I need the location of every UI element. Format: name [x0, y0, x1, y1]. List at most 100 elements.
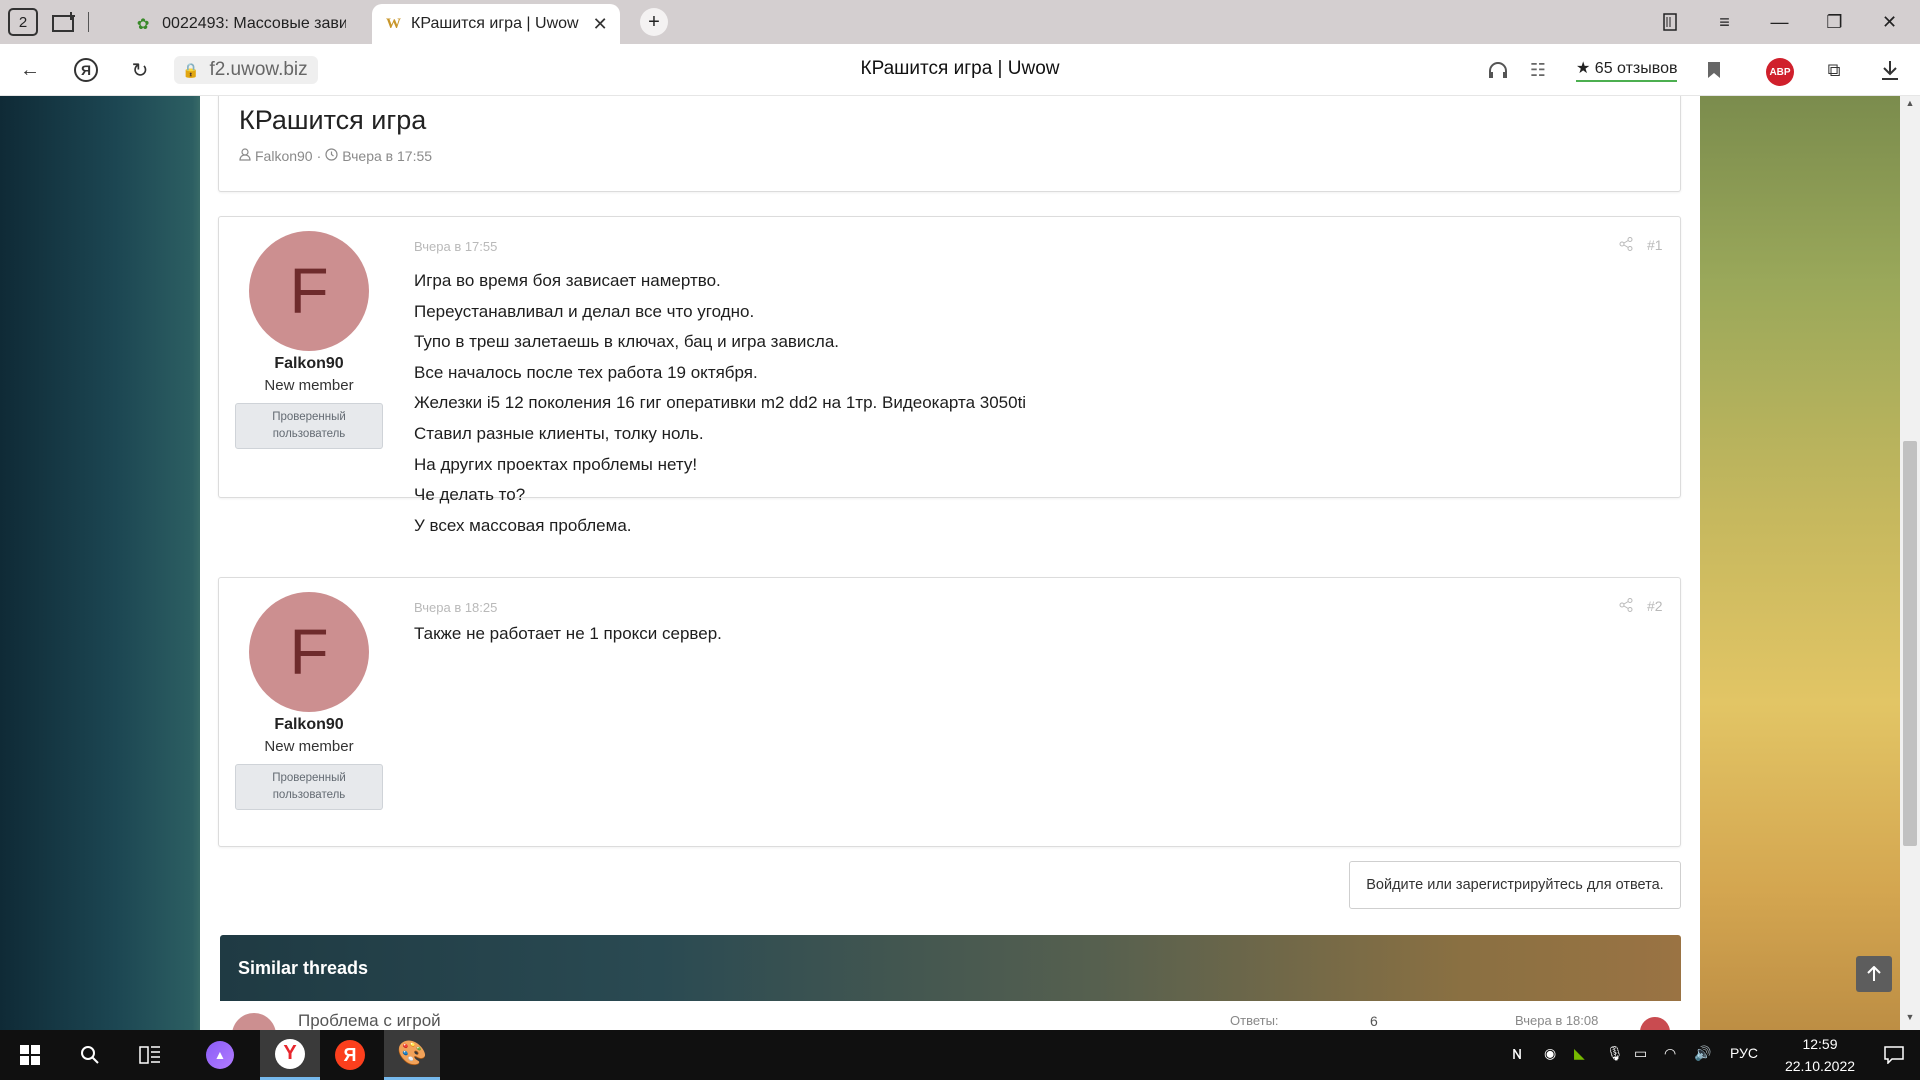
- avatar[interactable]: [232, 1013, 276, 1030]
- wifi-icon[interactable]: ◠: [1664, 1045, 1676, 1062]
- tab-separator: [88, 12, 89, 32]
- post-date[interactable]: Вчера в 18:25: [414, 600, 497, 615]
- headphones-icon[interactable]: [1482, 54, 1514, 86]
- translate-icon[interactable]: ⧉: [1818, 54, 1850, 86]
- share-icon[interactable]: [1619, 237, 1633, 254]
- meta-separator: ·: [316, 148, 322, 164]
- thread-title: КРашится игра: [239, 105, 427, 135]
- new-tab-button[interactable]: +: [640, 8, 668, 36]
- post-line: Также не работает не 1 прокси сервер.: [414, 624, 722, 643]
- close-window-button[interactable]: ✕: [1862, 0, 1917, 44]
- adblock-plus-icon[interactable]: ABP: [1766, 58, 1794, 86]
- post-2: F Falkon90 New member Проверенный пользо…: [218, 577, 1681, 847]
- thread-date[interactable]: Вчера в 17:55: [342, 148, 432, 164]
- post-line: Игра во время боя зависает намертво.: [414, 271, 721, 290]
- nvidia-icon[interactable]: ɴ: [1512, 1043, 1522, 1064]
- tab-title: 0022493: Массовые зависа: [162, 15, 346, 32]
- task-view-icon[interactable]: [120, 1030, 180, 1080]
- scroll-up-arrow-icon[interactable]: ▲: [1900, 98, 1920, 112]
- forum-content: КРашится игра Falkon90 · Вчера в 17:55 F…: [200, 96, 1700, 1030]
- yandex-icon[interactable]: Я: [320, 1030, 380, 1080]
- username[interactable]: Falkon90: [219, 716, 399, 734]
- post-body: Также не работает не 1 прокси сервер.: [414, 619, 722, 650]
- user-title: New member: [264, 738, 354, 755]
- user-title: New member: [264, 377, 354, 394]
- battery-icon[interactable]: ▭: [1634, 1045, 1647, 1062]
- replies-label: Ответы:: [1230, 1013, 1279, 1028]
- volume-icon[interactable]: 🔊: [1694, 1045, 1711, 1062]
- post-line: Железки i5 12 поколения 16 гиг оперативк…: [414, 393, 1027, 413]
- bookmark-icon[interactable]: [1698, 54, 1730, 86]
- tab-manager-button[interactable]: 2: [8, 8, 38, 36]
- badge-line: Проверенный: [272, 411, 346, 424]
- search-icon[interactable]: [60, 1030, 120, 1080]
- scroll-down-arrow-icon[interactable]: ▼: [1900, 1012, 1920, 1026]
- post-number[interactable]: #2: [1647, 598, 1663, 614]
- paint-app-icon[interactable]: 🎨: [384, 1030, 440, 1080]
- mantis-favicon-icon: ✿: [136, 16, 150, 33]
- menu-icon[interactable]: ≡: [1697, 0, 1752, 44]
- minimize-button[interactable]: —: [1752, 0, 1807, 44]
- collections-icon[interactable]: [1642, 0, 1697, 44]
- url-text: f2.uwow.biz: [209, 59, 308, 80]
- avatar[interactable]: F: [249, 231, 369, 351]
- badge-line: Проверенный: [272, 772, 346, 785]
- reload-icon[interactable]: ↻: [124, 54, 156, 86]
- post-date[interactable]: Вчера в 17:55: [414, 239, 497, 254]
- alice-icon[interactable]: ▲: [190, 1030, 250, 1080]
- download-icon[interactable]: [1874, 54, 1906, 86]
- page-viewport: КРашится игра Falkon90 · Вчера в 17:55 F…: [0, 96, 1920, 1030]
- thread-meta: Falkon90 · Вчера в 17:55: [239, 148, 432, 164]
- post-user-block: F Falkon90 New member Проверенный пользо…: [219, 217, 399, 499]
- similar-thread-date[interactable]: Вчера в 18:08: [1515, 1013, 1598, 1028]
- clock-time[interactable]: 12:59: [1780, 1036, 1860, 1052]
- thread-header: КРашится игра Falkon90 · Вчера в 17:55: [218, 96, 1681, 192]
- verified-badge: Проверенный пользователь: [235, 764, 383, 810]
- close-tab-icon[interactable]: ✕: [593, 14, 608, 35]
- restore-button[interactable]: ❐: [1807, 0, 1862, 44]
- reviews-badge[interactable]: ★ 65 отзывов: [1576, 58, 1678, 82]
- windows-taskbar: ▲ Y Я 🎨 ɴ ◉ ◣ 🎙 ▭ ◠ 🔊 РУС 12:59 22.10.20…: [0, 1030, 1920, 1080]
- yandex-logo-icon[interactable]: Я: [70, 54, 102, 86]
- tab-uwow[interactable]: W КРашится игра | Uwow ✕: [372, 4, 620, 44]
- username[interactable]: Falkon90: [219, 355, 399, 373]
- badge-line: пользователь: [272, 789, 346, 801]
- post-line: Тупо в треш залетаешь в ключах, бац и иг…: [414, 332, 840, 352]
- plus-icon: +: [648, 10, 660, 33]
- tray-app-icon[interactable]: ◉: [1544, 1045, 1556, 1062]
- thread-author[interactable]: Falkon90: [255, 148, 313, 164]
- windows-start-icon[interactable]: [0, 1030, 60, 1080]
- background-artwork: [1700, 96, 1900, 1030]
- post-number[interactable]: #1: [1647, 237, 1663, 253]
- new-window-icon[interactable]: [48, 6, 82, 38]
- similar-threads-heading: Similar threads: [220, 935, 1681, 1001]
- post-line: Все началось после тех работа 19 октября…: [414, 362, 758, 382]
- yandex-browser-icon[interactable]: Y: [260, 1030, 320, 1080]
- url-field[interactable]: 🔒 f2.uwow.biz: [174, 56, 318, 84]
- clock-icon: [325, 148, 338, 164]
- avatar[interactable]: F: [249, 592, 369, 712]
- similar-thread-item[interactable]: Проблема с игрой Ответы: 6 Вчера в 18:08: [220, 1001, 1681, 1030]
- microphone-icon[interactable]: 🎙: [1606, 1045, 1624, 1062]
- clock-date[interactable]: 22.10.2022: [1770, 1058, 1870, 1074]
- scrollbar[interactable]: ▲ ▼: [1900, 96, 1920, 1030]
- user-icon: [239, 148, 251, 164]
- tab-mantis[interactable]: ✿ 0022493: Массовые зависа: [120, 4, 360, 44]
- reader-mode-icon[interactable]: ☷: [1522, 54, 1554, 86]
- post-line: Ставил разные клиенты, толку ноль.: [414, 423, 704, 443]
- language-indicator[interactable]: РУС: [1730, 1045, 1758, 1061]
- post-line: У всех массовая проблема.: [414, 515, 632, 535]
- post-body: Игра во время боя зависает намертво. Пер…: [414, 266, 1026, 541]
- abp-label: ABP: [1769, 66, 1791, 78]
- scroll-to-top-button[interactable]: [1856, 956, 1892, 992]
- post-line: Че делать то?: [414, 485, 526, 505]
- avatar[interactable]: [1640, 1017, 1670, 1030]
- notifications-icon[interactable]: [1868, 1030, 1920, 1080]
- scrollbar-thumb[interactable]: [1903, 441, 1917, 846]
- post-user-block: F Falkon90 New member Проверенный пользо…: [219, 578, 399, 848]
- back-arrow-icon[interactable]: ←: [14, 54, 46, 86]
- login-to-reply-button[interactable]: Войдите или зарегистрируйтесь для ответа…: [1349, 861, 1681, 909]
- similar-thread-title[interactable]: Проблема с игрой: [298, 1011, 441, 1030]
- nvidia-tray-icon[interactable]: ◣: [1574, 1045, 1585, 1062]
- share-icon[interactable]: [1619, 598, 1633, 615]
